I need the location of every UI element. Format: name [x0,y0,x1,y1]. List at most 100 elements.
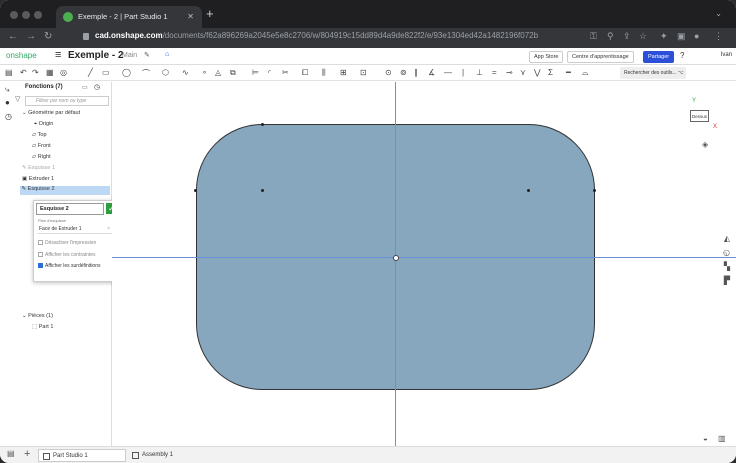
rollback-clock-icon[interactable]: ◷ [94,83,100,91]
measure-icon[interactable]: ▚ [724,262,730,271]
tree-item-extrude-1[interactable]: ▣ Extruder 1 [22,176,54,182]
sketch-icon[interactable]: ▦ [46,68,54,77]
feature-list-icon[interactable]: ▤ [5,68,13,77]
sketch-point[interactable] [261,189,264,192]
line-tool-icon[interactable]: ╱ [88,68,93,77]
display-options-icon[interactable]: ▥ [718,434,726,443]
close-tab-icon[interactable]: ✕ [187,6,194,28]
part-item[interactable]: ⬚ Part 1 [32,324,53,330]
vertical-icon[interactable]: | [462,68,464,77]
polygon-tool-icon[interactable]: ⬡ [162,68,169,77]
point-tool-icon[interactable]: ∘ [202,68,207,77]
filter-funnel-icon[interactable]: ▽ [15,95,20,103]
equal-icon[interactable]: = [492,68,497,77]
view-cube-face[interactable]: Dessus [690,110,709,122]
redo-icon[interactable]: ↷ [32,68,39,77]
search-tools-field[interactable]: Rechercher des outils... ⌥ C [620,67,686,88]
parallel-icon[interactable]: ∥ [414,68,418,77]
new-tab-icon[interactable]: + [206,6,214,21]
tab-list-chevron-icon[interactable]: ⌄ [715,9,722,18]
sketch-plane-selection[interactable]: Face de Extruder 1 × [37,224,113,234]
sketch-point[interactable] [593,189,596,192]
symmetric-icon[interactable]: Σ [548,68,553,77]
back-arrow-icon[interactable]: ← [8,31,18,42]
midpoint-icon[interactable]: ⊸ [506,68,513,77]
tree-item-sketch-2[interactable]: ✎ Esquisse 2 [20,186,110,195]
checkbox-checked[interactable] [38,263,43,269]
key-icon[interactable]: ⚿ [590,31,597,42]
graduation-cap-icon[interactable]: ⌂ [165,51,169,58]
tree-item-sketch-1[interactable]: ✎ Esquisse 1 [22,165,55,171]
circle-tool-icon[interactable]: ◯ [122,68,131,77]
parts-node[interactable]: ⌄ Pièces (1) [22,313,53,319]
edit-pencil-icon[interactable]: ✎ [144,51,150,59]
clear-selection-icon[interactable]: × [107,224,110,234]
use-tool-icon[interactable]: ⧉ [230,68,236,78]
transform-tool-icon[interactable]: ⊡ [360,68,367,77]
concentric-icon[interactable]: ⊚ [400,68,407,77]
view-options-icon[interactable]: ◈ [702,140,708,149]
reload-icon[interactable]: ↻ [44,31,52,42]
onshape-logo[interactable]: onshape [6,51,37,60]
tab-part-studio[interactable]: Part Studio 1 [38,449,126,462]
curvature-icon[interactable]: ⌓ [582,68,588,78]
tab-manager-icon[interactable]: ▤ [7,449,15,458]
offset-tool-icon[interactable]: ⧠ [302,68,308,78]
perpendicular-icon[interactable]: ⊥ [476,68,483,77]
help-icon[interactable]: ? [680,51,684,60]
collapse-panel-icon[interactable]: ▭ [82,84,88,91]
horizontal-icon[interactable]: — [444,68,452,77]
arc-tool-icon[interactable]: ⌒ [142,68,150,79]
pierce-icon[interactable]: ⋁ [534,68,541,77]
add-tab-icon[interactable]: + [24,448,30,460]
extensions-icon[interactable]: ✦ [660,31,668,42]
feature-tree-icon[interactable]: ⤷ [5,85,9,95]
checkbox[interactable] [38,252,43,258]
settings-icon[interactable]: ◎ [60,68,67,77]
origin-marker[interactable] [393,255,399,261]
sketch-name-field[interactable]: Esquisse 2 [36,203,104,215]
graphics-area[interactable]: Y Dessus X ◈ ◭ ◵ ▚ ▛ ◒ ▥ [112,82,736,446]
section-view-icon[interactable]: ◒ [703,434,708,443]
share-page-icon[interactable]: ⇪ [623,31,631,42]
comments-icon[interactable]: ● [5,98,10,107]
tab-assembly[interactable]: Assembly 1 [128,449,210,462]
sketch-point[interactable] [527,189,530,192]
construction-icon[interactable]: ◬ [215,68,221,77]
trim-tool-icon[interactable]: ✂ [282,68,289,77]
workspace-label[interactable]: Main [122,52,137,59]
user-menu[interactable]: Ivan [721,52,732,58]
zoom-icon[interactable]: ⚲ [607,31,614,42]
tree-item-origin[interactable]: ⌖ Origin [34,121,53,128]
dimension-icon[interactable]: ⊨ [252,68,259,77]
appearance-icon[interactable]: ◭ [724,234,730,243]
close-window-dot[interactable] [10,11,18,19]
tree-item-front[interactable]: ▱ Front [32,143,51,149]
sketch-point[interactable] [261,123,264,126]
browser-menu-icon[interactable]: ⋮ [714,31,723,42]
document-title[interactable]: Exemple - 2 [68,50,124,61]
undo-icon[interactable]: ↶ [20,68,27,77]
browser-tab[interactable]: Exemple - 2 | Part Studio 1 ✕ [56,6,202,28]
bookmark-star-icon[interactable]: ☆ [639,31,647,42]
view-cube[interactable]: Y Dessus X [678,98,718,138]
share-button[interactable]: Partager [643,51,675,63]
default-geometry-node[interactable]: ⌄ Géométrie par défaut [22,110,80,116]
tree-item-right[interactable]: ▱ Right [32,154,51,160]
mass-props-icon[interactable]: ▛ [724,276,730,285]
feature-filter-input[interactable]: Filtrer par nom ou type [25,96,109,106]
option-show-constraints[interactable]: Afficher les contraintes [38,252,96,258]
tree-item-top[interactable]: ▱ Top [32,132,47,138]
minimize-window-dot[interactable] [22,11,30,19]
spline-tool-icon[interactable]: ∿ [182,68,189,77]
history-icon[interactable]: ◷ [5,112,12,121]
mirror-tool-icon[interactable]: ⫼ [322,68,326,78]
checkbox[interactable] [38,240,43,246]
render-icon[interactable]: ◵ [723,248,730,257]
maximize-window-dot[interactable] [34,11,42,19]
fix-icon[interactable]: ━ [566,68,571,77]
hamburger-menu-icon[interactable]: ≡ [55,49,61,61]
coincident-icon[interactable]: ⊙ [385,68,392,77]
learning-center-button[interactable]: Centre d'apprentissage [567,51,634,63]
option-show-overdefined[interactable]: Afficher les surdéfinitions [38,263,101,269]
